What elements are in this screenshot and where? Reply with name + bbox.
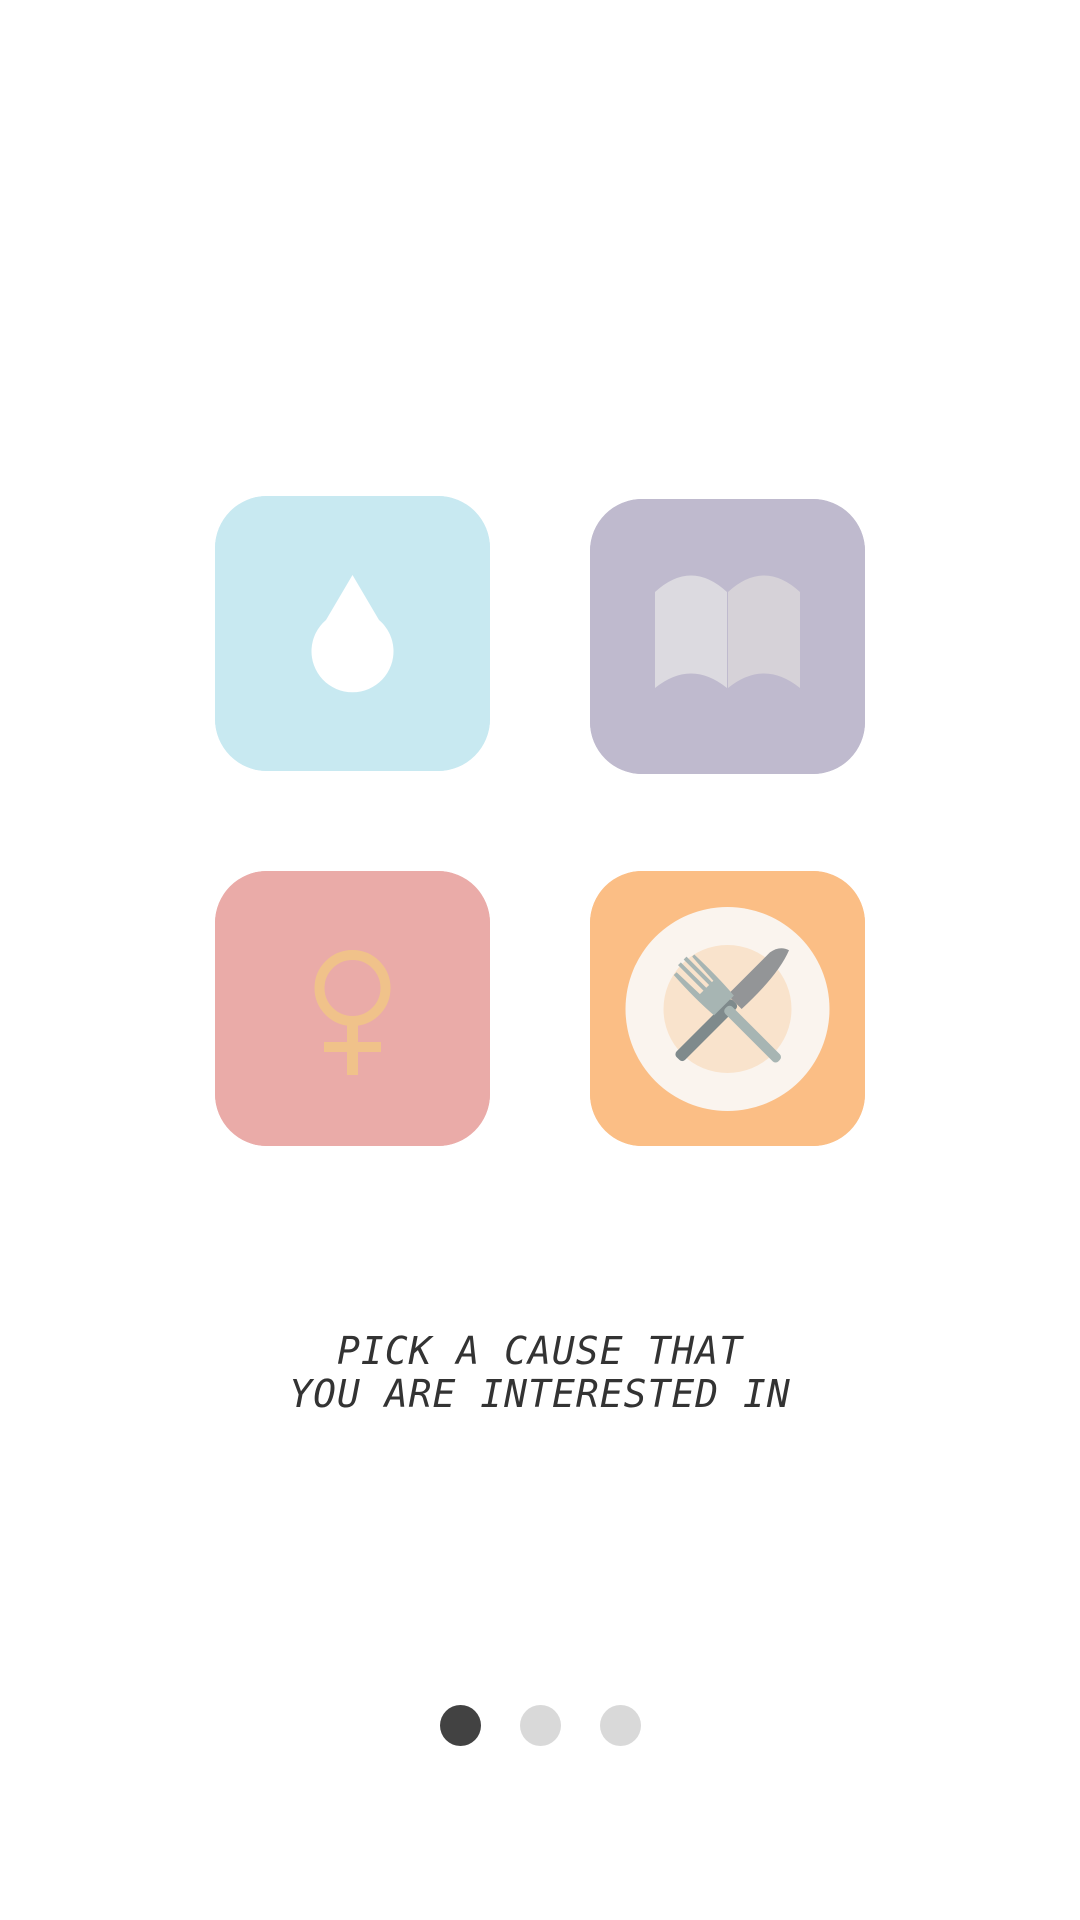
plate-fork-knife-icon bbox=[590, 871, 865, 1146]
onboarding-screen: PICK A CAUSE THAT YOU ARE INTERESTED IN bbox=[0, 0, 1080, 1920]
page-dot-3[interactable] bbox=[600, 1705, 641, 1746]
female-symbol-icon bbox=[215, 871, 490, 1146]
onboarding-caption: PICK A CAUSE THAT YOU ARE INTERESTED IN bbox=[0, 1330, 1080, 1416]
page-dot-1[interactable] bbox=[440, 1705, 481, 1746]
caption-line-2: YOU ARE INTERESTED IN bbox=[289, 1372, 791, 1416]
cause-tile-water[interactable] bbox=[215, 496, 490, 771]
water-drop-icon bbox=[215, 496, 490, 771]
page-dot-2[interactable] bbox=[520, 1705, 561, 1746]
cause-tile-education[interactable] bbox=[590, 499, 865, 774]
open-book-icon bbox=[590, 499, 865, 774]
cause-tile-hunger[interactable] bbox=[590, 871, 865, 1146]
cause-tile-women[interactable] bbox=[215, 871, 490, 1146]
caption-line-1: PICK A CAUSE THAT bbox=[337, 1329, 743, 1373]
page-indicator bbox=[0, 1705, 1080, 1747]
